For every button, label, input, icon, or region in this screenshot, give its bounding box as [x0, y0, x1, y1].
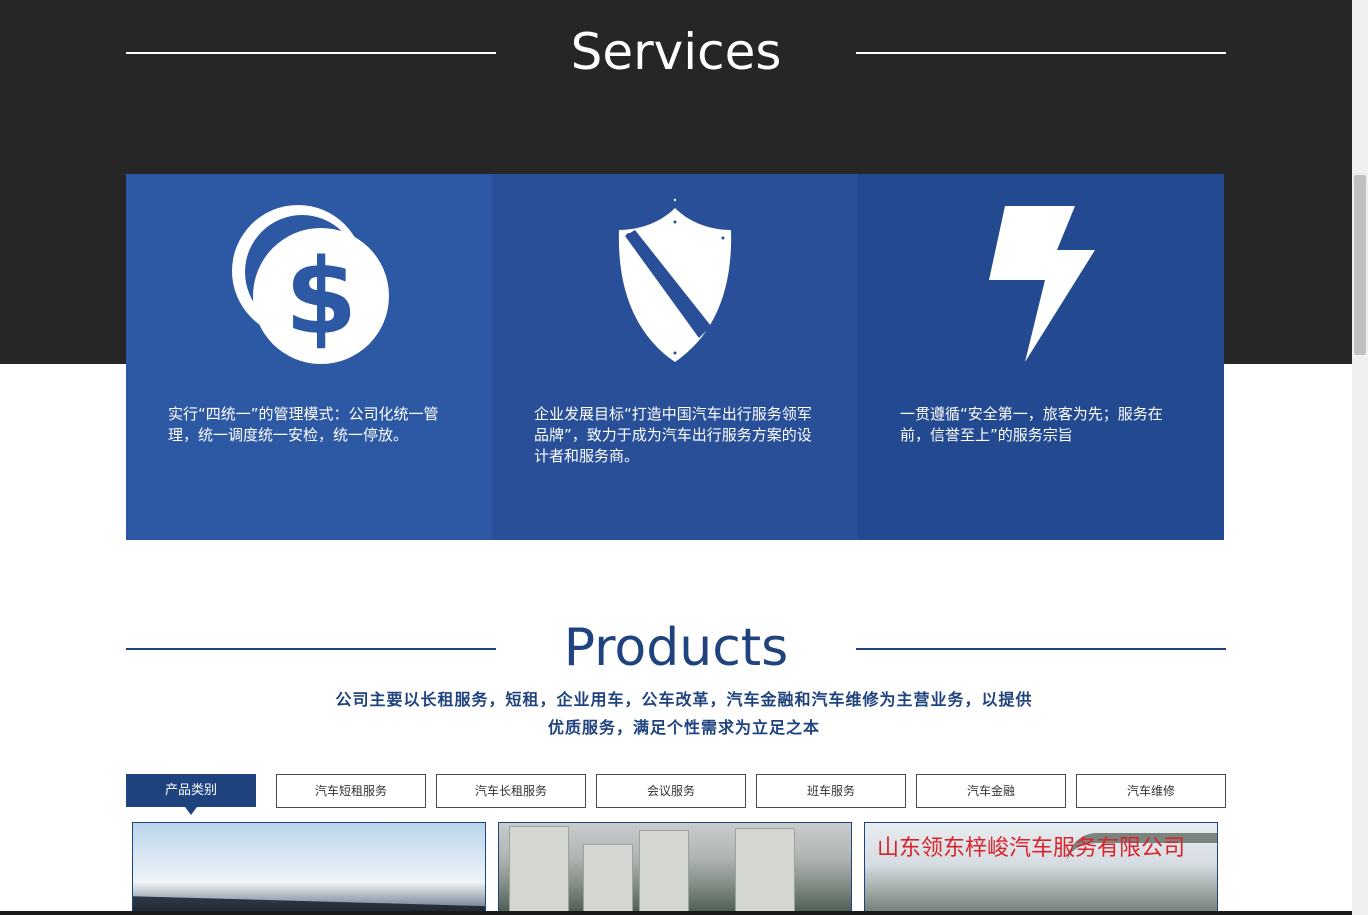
image-building: [639, 830, 689, 914]
bottom-bar: [0, 911, 1352, 915]
tab-product-category[interactable]: 产品类别: [126, 774, 256, 815]
product-image[interactable]: [498, 822, 852, 915]
image-building: [735, 828, 795, 914]
tab-short-rent[interactable]: 汽车短租服务: [276, 774, 426, 808]
heading-line-left: [126, 52, 496, 54]
service-card-text: 一贯遵循“安全第一，旅客为先；服务在前，信誉至上”的服务宗旨: [900, 405, 1163, 444]
products-intro-line: 优质服务，满足个性需求为立足之本: [547, 718, 820, 737]
dollar-coin-icon: $: [221, 196, 397, 372]
company-name-caption: 山东领东梓峻汽车服务有限公司: [877, 836, 1186, 861]
products-title: Products: [563, 618, 789, 678]
product-image[interactable]: 山东领东梓峻汽车服务有限公司: [864, 822, 1218, 915]
services-title: Services: [570, 23, 782, 81]
page: Services $ 实行“四统一”的管理模式：公司化统一管理，统一调度统一安检…: [0, 0, 1368, 915]
product-images: 山东领东梓峻汽车服务有限公司: [132, 822, 1218, 915]
product-tabs: 产品类别 汽车短租服务 汽车长租服务 会议服务 班车服务 汽车金融 汽车维修: [126, 774, 1226, 815]
heading-line-left: [126, 648, 496, 650]
service-card-goal: 企业发展目标“打造中国汽车出行服务领军品牌”，致力于成为汽车出行服务方案的设计者…: [492, 174, 858, 540]
scrollbar-thumb[interactable]: [1354, 175, 1366, 355]
tab-auto-finance[interactable]: 汽车金融: [916, 774, 1066, 808]
service-card-text: 实行“四统一”的管理模式：公司化统一管理，统一调度统一安检，统一停放。: [168, 405, 439, 444]
service-card-text: 企业发展目标“打造中国汽车出行服务领军品牌”，致力于成为汽车出行服务方案的设计者…: [534, 405, 812, 465]
product-image[interactable]: [132, 822, 486, 915]
vertical-scrollbar[interactable]: [1352, 0, 1368, 915]
heading-line-right: [856, 52, 1226, 54]
lightning-icon: [953, 196, 1129, 372]
tab-pointer-icon: [185, 807, 197, 815]
service-cards: $ 实行“四统一”的管理模式：公司化统一管理，统一调度统一安检，统一停放。 企业…: [126, 174, 1224, 540]
service-card-management: $ 实行“四统一”的管理模式：公司化统一管理，统一调度统一安检，统一停放。: [126, 174, 492, 540]
products-heading: Products: [126, 618, 1226, 678]
tab-long-rent[interactable]: 汽车长租服务: [436, 774, 586, 808]
image-building: [509, 826, 569, 914]
products-intro: 公司主要以长租服务，短租，企业用车，公车改革，汽车金融和汽车维修为主营业务，以提…: [290, 686, 1078, 742]
svg-text:$: $: [285, 236, 357, 358]
service-card-principle: 一贯遵循“安全第一，旅客为先；服务在前，信誉至上”的服务宗旨: [858, 174, 1224, 540]
shield-icon: [587, 196, 763, 372]
tab-shuttle-bus[interactable]: 班车服务: [756, 774, 906, 808]
heading-line-right: [856, 648, 1226, 650]
image-building: [583, 844, 633, 914]
services-heading: Services: [126, 22, 1226, 82]
tab-auto-repair[interactable]: 汽车维修: [1076, 774, 1226, 808]
tab-conference[interactable]: 会议服务: [596, 774, 746, 808]
products-intro-line: 公司主要以长租服务，短租，企业用车，公车改革，汽车金融和汽车维修为主营业务，以提…: [335, 690, 1033, 709]
tab-label: 产品类别: [164, 783, 217, 798]
